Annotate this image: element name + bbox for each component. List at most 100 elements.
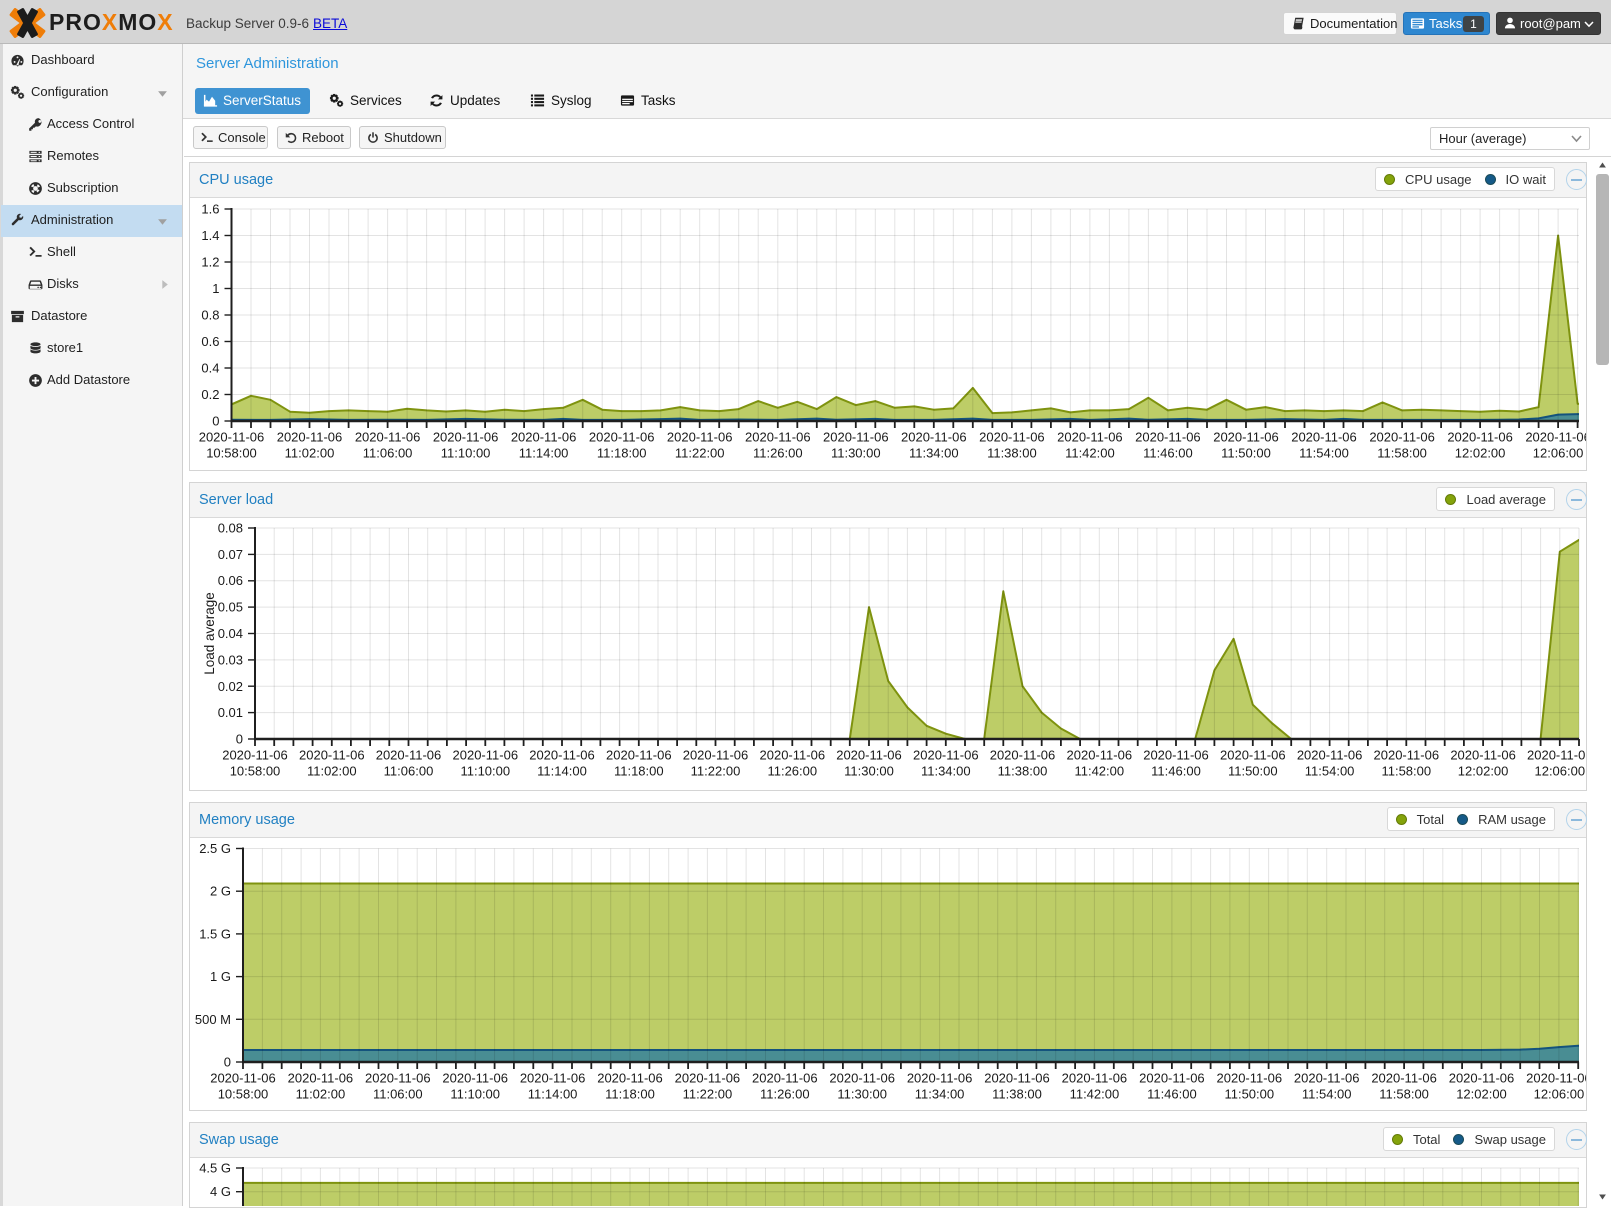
svg-text:0.08: 0.08 xyxy=(218,521,243,536)
svg-text:2020-11-06: 2020-11-06 xyxy=(453,748,519,763)
svg-text:0.04: 0.04 xyxy=(218,626,243,641)
svg-text:11:14:00: 11:14:00 xyxy=(519,446,569,461)
svg-text:2020-11-06: 2020-11-06 xyxy=(1217,1071,1283,1086)
svg-text:2020-11-06: 2020-11-06 xyxy=(1297,748,1363,763)
svg-text:2020-11-06: 2020-11-06 xyxy=(606,748,672,763)
svg-text:11:10:00: 11:10:00 xyxy=(441,446,491,461)
svg-text:0.2: 0.2 xyxy=(201,387,219,402)
svg-text:11:06:00: 11:06:00 xyxy=(384,764,434,779)
svg-text:2020-11-06: 2020-11-06 xyxy=(683,748,749,763)
svg-text:1.2: 1.2 xyxy=(201,255,219,270)
svg-text:11:58:00: 11:58:00 xyxy=(1381,764,1431,779)
svg-text:1.6: 1.6 xyxy=(201,202,219,217)
svg-text:2020-11-06: 2020-11-06 xyxy=(511,430,577,445)
svg-text:11:18:00: 11:18:00 xyxy=(597,446,647,461)
svg-text:2020-11-06: 2020-11-06 xyxy=(979,430,1045,445)
svg-text:11:14:00: 11:14:00 xyxy=(537,764,587,779)
svg-text:10:58:00: 10:58:00 xyxy=(206,446,257,461)
svg-text:0.05: 0.05 xyxy=(218,600,243,615)
svg-text:11:06:00: 11:06:00 xyxy=(363,446,413,461)
svg-text:11:22:00: 11:22:00 xyxy=(675,446,725,461)
svg-text:2020-11-06: 2020-11-06 xyxy=(1371,1071,1437,1086)
svg-text:11:10:00: 11:10:00 xyxy=(450,1087,500,1102)
svg-text:11:22:00: 11:22:00 xyxy=(691,764,741,779)
svg-text:2020-11-06: 2020-11-06 xyxy=(984,1071,1050,1086)
svg-text:11:34:00: 11:34:00 xyxy=(909,446,959,461)
svg-text:2.5 G: 2.5 G xyxy=(199,841,231,856)
svg-text:0.03: 0.03 xyxy=(218,652,243,667)
svg-text:11:42:00: 11:42:00 xyxy=(1070,1087,1120,1102)
svg-text:2020-11-06: 2020-11-06 xyxy=(836,748,902,763)
svg-text:0.02: 0.02 xyxy=(218,679,243,694)
svg-text:11:38:00: 11:38:00 xyxy=(998,764,1048,779)
svg-text:11:26:00: 11:26:00 xyxy=(767,764,817,779)
svg-text:0.06: 0.06 xyxy=(218,573,243,588)
svg-text:2020-11-06: 2020-11-06 xyxy=(1135,430,1201,445)
svg-text:0.8: 0.8 xyxy=(201,308,219,323)
svg-text:12:06:00: 12:06:00 xyxy=(1534,1087,1585,1102)
svg-text:2020-11-06: 2020-11-06 xyxy=(1294,1071,1360,1086)
svg-text:11:54:00: 11:54:00 xyxy=(1302,1087,1352,1102)
svg-text:11:34:00: 11:34:00 xyxy=(921,764,971,779)
svg-text:2020-11-06: 2020-11-06 xyxy=(752,1071,818,1086)
svg-text:2020-11-06: 2020-11-06 xyxy=(210,1071,276,1086)
svg-text:11:06:00: 11:06:00 xyxy=(373,1087,423,1102)
svg-text:2020-11-06: 2020-11-06 xyxy=(829,1071,895,1086)
svg-text:2020-11-06: 2020-11-06 xyxy=(597,1071,663,1086)
svg-text:11:50:00: 11:50:00 xyxy=(1224,1087,1274,1102)
svg-text:2020-11-06: 2020-11-06 xyxy=(667,430,733,445)
svg-text:2020-11-06: 2020-11-06 xyxy=(365,1071,431,1086)
svg-text:0: 0 xyxy=(212,414,219,429)
svg-text:2020-11-06: 2020-11-06 xyxy=(376,748,442,763)
svg-text:11:58:00: 11:58:00 xyxy=(1379,1087,1429,1102)
svg-text:11:54:00: 11:54:00 xyxy=(1305,764,1355,779)
svg-text:11:30:00: 11:30:00 xyxy=(831,446,881,461)
svg-text:0: 0 xyxy=(236,732,243,747)
svg-text:500 M: 500 M xyxy=(195,1012,231,1027)
svg-text:11:14:00: 11:14:00 xyxy=(528,1087,578,1102)
svg-text:2020-11-06: 2020-11-06 xyxy=(1139,1071,1205,1086)
svg-text:2020-11-06: 2020-11-06 xyxy=(990,748,1056,763)
svg-text:2020-11-06: 2020-11-06 xyxy=(1213,430,1279,445)
svg-text:2020-11-06: 2020-11-06 xyxy=(442,1071,508,1086)
svg-text:11:54:00: 11:54:00 xyxy=(1299,446,1349,461)
svg-text:0.6: 0.6 xyxy=(201,334,219,349)
svg-text:0.07: 0.07 xyxy=(218,547,243,562)
svg-text:11:02:00: 11:02:00 xyxy=(285,446,335,461)
svg-text:12:02:00: 12:02:00 xyxy=(1456,1087,1507,1102)
svg-text:11:22:00: 11:22:00 xyxy=(683,1087,733,1102)
svg-text:2020-11-06: 2020-11-06 xyxy=(520,1071,586,1086)
svg-text:2020-11-06: 2020-11-06 xyxy=(299,748,365,763)
svg-text:11:18:00: 11:18:00 xyxy=(605,1087,655,1102)
svg-text:2020-11-06: 2020-11-06 xyxy=(355,430,421,445)
svg-text:11:38:00: 11:38:00 xyxy=(992,1087,1042,1102)
svg-text:1 G: 1 G xyxy=(210,969,231,984)
svg-text:0: 0 xyxy=(224,1055,231,1070)
svg-text:2020-11-06: 2020-11-06 xyxy=(1527,748,1586,763)
svg-text:0.01: 0.01 xyxy=(218,705,243,720)
svg-text:2020-11-06: 2020-11-06 xyxy=(222,748,288,763)
svg-text:2020-11-06: 2020-11-06 xyxy=(1067,748,1133,763)
svg-text:10:58:00: 10:58:00 xyxy=(230,764,281,779)
svg-text:11:46:00: 11:46:00 xyxy=(1147,1087,1197,1102)
svg-text:2020-11-06: 2020-11-06 xyxy=(913,748,979,763)
svg-text:2020-11-06: 2020-11-06 xyxy=(1449,1071,1515,1086)
svg-text:11:34:00: 11:34:00 xyxy=(915,1087,965,1102)
svg-text:2020-11-06: 2020-11-06 xyxy=(277,430,343,445)
svg-text:2020-11-06: 2020-11-06 xyxy=(745,430,811,445)
svg-text:2020-11-06: 2020-11-06 xyxy=(1057,430,1123,445)
svg-text:11:26:00: 11:26:00 xyxy=(753,446,803,461)
svg-text:2020-11-06: 2020-11-06 xyxy=(199,430,265,445)
svg-text:2020-11-06: 2020-11-06 xyxy=(1369,430,1435,445)
svg-text:2020-11-06: 2020-11-06 xyxy=(760,748,826,763)
svg-text:11:50:00: 11:50:00 xyxy=(1221,446,1271,461)
svg-text:2020-11-06: 2020-11-06 xyxy=(907,1071,973,1086)
svg-text:11:50:00: 11:50:00 xyxy=(1228,764,1278,779)
svg-text:11:46:00: 11:46:00 xyxy=(1151,764,1201,779)
svg-text:11:02:00: 11:02:00 xyxy=(307,764,357,779)
svg-text:10:58:00: 10:58:00 xyxy=(218,1087,269,1102)
svg-text:11:58:00: 11:58:00 xyxy=(1377,446,1427,461)
svg-text:11:18:00: 11:18:00 xyxy=(614,764,664,779)
svg-text:2020-11-06: 2020-11-06 xyxy=(1525,430,1586,445)
svg-text:11:10:00: 11:10:00 xyxy=(460,764,510,779)
